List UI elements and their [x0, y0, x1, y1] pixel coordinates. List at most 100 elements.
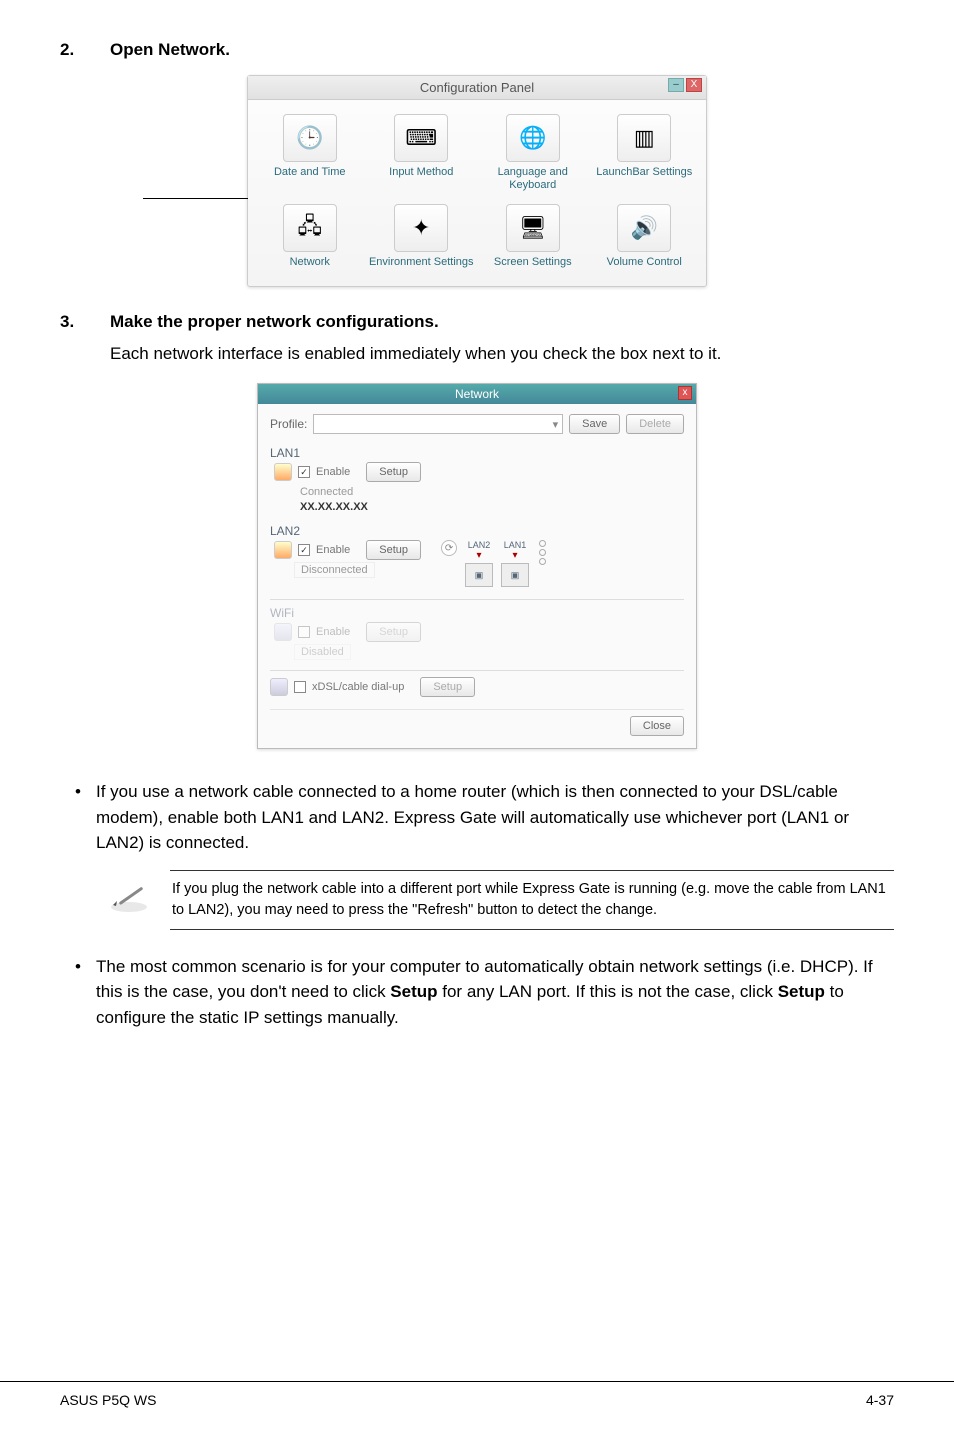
cp-item-screen-settings[interactable]: 🖥 Screen Settings — [477, 198, 589, 275]
step2-title: Open Network. — [110, 40, 230, 60]
cp-label: Volume Control — [591, 256, 699, 269]
lan1-icon — [274, 463, 292, 481]
bullet2-text: The most common scenario is for your com… — [96, 954, 894, 1031]
cp-label: Date and Time — [256, 166, 364, 179]
lan2-block: LAN2 ✓ Enable Setup Disconnected ⟳ — [270, 524, 684, 589]
screen-icon: 🖥 — [506, 204, 560, 252]
xdsl-checkbox[interactable] — [294, 681, 306, 693]
ethernet-port-icon: ▣ — [465, 563, 493, 587]
lan1-port-label: LAN1 — [501, 540, 529, 550]
footer-right: 4-37 — [866, 1392, 894, 1408]
led-icon — [539, 549, 546, 556]
lan1-port: LAN1 ▾ ▣ — [501, 540, 529, 589]
chevron-down-icon: ▾ — [553, 418, 559, 431]
wifi-name: WiFi — [270, 606, 294, 620]
lan2-name: LAN2 — [270, 524, 300, 538]
footer-left: ASUS P5Q WS — [60, 1392, 156, 1408]
wifi-status: Disabled — [294, 644, 351, 660]
ethernet-port-icon: ▣ — [501, 563, 529, 587]
note-box: If you plug the network cable into a dif… — [106, 870, 894, 930]
lan1-block: LAN1 ✓ Enable Setup Connected XX.XX.XX.X… — [270, 446, 684, 514]
cp-item-volume-control[interactable]: 🔊 Volume Control — [589, 198, 701, 275]
step2-number: 2. — [60, 40, 110, 60]
cp-item-input-method[interactable]: ⌨ Input Method — [366, 108, 478, 198]
cp-label: Language and Keyboard — [479, 166, 587, 192]
pencil-note-icon — [106, 870, 152, 916]
xdsl-setup-button[interactable]: Setup — [420, 677, 475, 697]
launchbar-icon: ▥ — [617, 114, 671, 162]
step3-number: 3. — [60, 312, 110, 332]
config-panel-title-bar: Configuration Panel – X — [248, 76, 706, 100]
setup-bold: Setup — [390, 982, 437, 1001]
cp-label: LaunchBar Settings — [591, 166, 699, 179]
cp-item-environment-settings[interactable]: ✦ Environment Settings — [366, 198, 478, 275]
close-button[interactable]: Close — [630, 716, 684, 736]
callout-line — [143, 198, 248, 199]
lan1-setup-button[interactable]: Setup — [366, 462, 421, 482]
port-leds — [539, 540, 546, 565]
minimize-icon[interactable]: – — [668, 78, 684, 92]
arrow-down-icon: ▾ — [465, 550, 493, 561]
volume-icon: 🔊 — [617, 204, 671, 252]
bullet1-text: If you use a network cable connected to … — [96, 779, 894, 856]
cp-label: Environment Settings — [368, 256, 476, 269]
refresh-icon[interactable]: ⟳ — [441, 540, 457, 556]
cp-label: Screen Settings — [479, 256, 587, 269]
led-icon — [539, 558, 546, 565]
setup-bold: Setup — [778, 982, 825, 1001]
step3-body: Each network interface is enabled immedi… — [110, 342, 894, 366]
network-dialog-title: Network — [455, 387, 499, 401]
port-diagram: ⟳ LAN2 ▾ ▣ LAN1 ▾ ▣ — [441, 540, 546, 589]
led-icon — [539, 540, 546, 547]
lan2-enable-label: Enable — [316, 544, 350, 556]
network-dialog-titlebar: Network x — [258, 384, 696, 404]
environment-icon: ✦ — [394, 204, 448, 252]
cp-item-launchbar-settings[interactable]: ▥ LaunchBar Settings — [589, 108, 701, 198]
lan2-status: Disconnected — [294, 562, 375, 578]
lan2-port: LAN2 ▾ ▣ — [465, 540, 493, 589]
cp-label: Input Method — [368, 166, 476, 179]
network-icon: 🖧 — [283, 204, 337, 252]
keyboard-icon: ⌨ — [394, 114, 448, 162]
lan1-ip: XX.XX.XX.XX — [294, 500, 684, 514]
lan1-enable-label: Enable — [316, 466, 350, 478]
wifi-block: WiFi Enable Setup Disabled — [270, 606, 684, 660]
close-icon[interactable]: x — [678, 386, 692, 400]
cp-item-language-keyboard[interactable]: 🌐 Language and Keyboard — [477, 108, 589, 198]
cp-label: Network — [256, 256, 364, 269]
xdsl-label: xDSL/cable dial-up — [312, 681, 404, 693]
cp-item-date-time[interactable]: 🕒 Date and Time — [254, 108, 366, 198]
lan2-setup-button[interactable]: Setup — [366, 540, 421, 560]
lan1-enable-checkbox[interactable]: ✓ — [298, 466, 310, 478]
globe-icon: 🌐 — [506, 114, 560, 162]
wifi-setup-button[interactable]: Setup — [366, 622, 421, 642]
bullet-icon: • — [60, 954, 96, 1031]
divider — [270, 599, 684, 600]
step3-title: Make the proper network configurations. — [110, 312, 439, 332]
page-footer: ASUS P5Q WS 4-37 — [0, 1381, 954, 1408]
delete-button[interactable]: Delete — [626, 414, 684, 434]
arrow-down-icon: ▾ — [501, 550, 529, 561]
clock-icon: 🕒 — [283, 114, 337, 162]
bullet-icon: • — [60, 779, 96, 856]
divider — [270, 670, 684, 671]
lan1-status: Connected — [294, 485, 359, 499]
config-panel-title: Configuration Panel — [420, 80, 534, 95]
profile-label: Profile: — [270, 417, 307, 431]
lan1-name: LAN1 — [270, 446, 300, 460]
close-icon[interactable]: X — [686, 78, 702, 92]
bullet2-part2: for any LAN port. If this is not the cas… — [438, 982, 778, 1001]
lan2-port-label: LAN2 — [465, 540, 493, 550]
note-text: If you plug the network cable into a dif… — [170, 870, 894, 930]
profile-dropdown[interactable]: ▾ — [313, 414, 563, 434]
save-button[interactable]: Save — [569, 414, 620, 434]
wifi-enable-label: Enable — [316, 626, 350, 638]
network-dialog: Network x Profile: ▾ Save Delete LAN1 ✓ … — [257, 383, 697, 749]
cp-item-network[interactable]: 🖧 Network — [254, 198, 366, 275]
lan2-enable-checkbox[interactable]: ✓ — [298, 544, 310, 556]
wifi-icon — [274, 623, 292, 641]
xdsl-icon — [270, 678, 288, 696]
lan2-icon — [274, 541, 292, 559]
configuration-panel: Configuration Panel – X 🕒 Date and Time … — [247, 75, 707, 287]
wifi-enable-checkbox[interactable] — [298, 626, 310, 638]
